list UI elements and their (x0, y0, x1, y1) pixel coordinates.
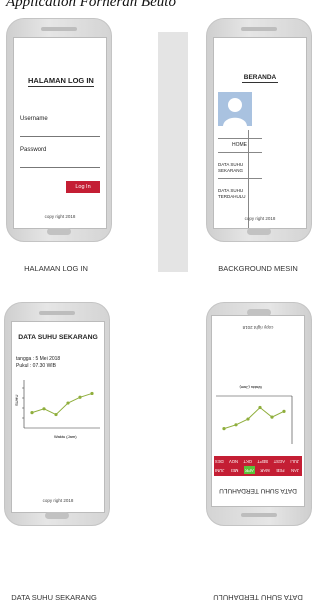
y-axis-label: SUHU (14, 395, 19, 406)
menu-item-home[interactable]: HOME (232, 142, 247, 148)
speaker-grille (241, 27, 277, 31)
username-field[interactable] (20, 124, 100, 137)
month-tab-mar[interactable]: MAR (259, 466, 270, 474)
x-axis-label: Waktu (Jam) (239, 385, 262, 390)
caption-sekarang: DATA SUHU SEKARANG (11, 593, 97, 602)
data-point (90, 391, 94, 396)
data-point (78, 395, 82, 399)
data-point (66, 401, 70, 405)
month-tab-agst[interactable]: AGST (273, 457, 286, 465)
phone-frame-beranda: BERANDA HOME DATA SUHU SEKARANG DATA SUH… (206, 18, 312, 242)
user-icon (223, 98, 247, 126)
month-tab-feb[interactable]: FEB (275, 466, 285, 474)
beranda-title: BERANDA (243, 74, 277, 81)
sekarang-footer: copy right 2018 (42, 498, 74, 503)
speaker-grille (41, 27, 77, 31)
title-underline (28, 86, 94, 87)
chart-sekarang: SUHU Waktu (Jam) (14, 380, 100, 439)
terdahulu-title: DATA SUHU TERDAHULU (219, 487, 297, 494)
data-point (222, 427, 226, 431)
month-tab-mei[interactable]: MEI (230, 466, 239, 474)
home-button (247, 228, 271, 235)
x-axis-label: Waktu (Jam) (54, 434, 77, 439)
data-point (270, 415, 274, 419)
month-selector: JAN FEB MAR APR MEI JUNI JULI AGST SEPT OKT NOV DE… (214, 456, 302, 476)
series-line (223, 406, 285, 430)
month-row: JULI AGST SEPT OKT NOV DES (214, 457, 300, 465)
menu-divider (218, 138, 262, 139)
terdahulu-footer: copy right 2018 (242, 325, 274, 330)
caption-beranda: BACKGROUND MESIN (218, 264, 298, 273)
data-point (282, 409, 286, 413)
password-label: Password (20, 147, 47, 153)
beranda-footer: copy right 2018 (244, 216, 276, 221)
menu-divider (218, 178, 262, 179)
sekarang-title: DATA SUHU SEKARANG (18, 334, 98, 341)
month-tab-sept[interactable]: SEPT (256, 457, 269, 465)
password-field[interactable] (20, 155, 100, 168)
data-point (234, 423, 238, 427)
series-line (31, 392, 93, 416)
caption-login: HALAMAN LOG IN (24, 264, 88, 273)
home-button (45, 512, 69, 519)
month-tab-nov[interactable]: NOV (228, 457, 239, 465)
data-point (30, 411, 34, 415)
phone-frame-terdahulu: DATA SUHU TERDAHULU JAN FEB MAR APR MEI JUNI … (206, 302, 312, 526)
menu-item-data-suhu-sekarang[interactable]: DATA SUHU SEKARANG (218, 162, 248, 174)
login-button[interactable]: Log In (66, 181, 100, 193)
data-point (42, 407, 46, 411)
terdahulu-screen: DATA SUHU TERDAHULU JAN FEB MAR APR MEI JUNI … (211, 315, 305, 507)
title-underline (242, 82, 278, 83)
data-point (246, 417, 250, 421)
data-point (54, 412, 58, 417)
login-screen: HALAMAN LOG IN Username Password Log In … (13, 37, 107, 229)
month-tab-juli[interactable]: JULI (289, 457, 300, 465)
chart-terdahulu: Waktu (Jam) (216, 385, 293, 444)
month-tab-jan[interactable]: JAN (290, 466, 300, 474)
avatar (218, 92, 252, 126)
month-tab-okt[interactable]: OKT (242, 457, 253, 465)
username-label: Username (20, 116, 48, 122)
home-button (247, 309, 271, 316)
menu-item-data-suhu-terdahulu[interactable]: DATA SUHU TERDAHULU (218, 188, 248, 200)
speaker-grille (39, 311, 75, 315)
data-point (258, 405, 262, 410)
menu-divider (218, 152, 262, 153)
home-button (47, 228, 71, 235)
month-tab-apr[interactable]: APR (244, 466, 255, 474)
time-line: Pukul : 07.30 WIB (16, 363, 57, 369)
speaker-grille (241, 513, 277, 517)
date-line: tangga : 5 Mei 2018 (16, 356, 61, 362)
month-tab-juni[interactable]: JUNI (214, 466, 225, 474)
login-footer: copy right 2018 (44, 214, 76, 219)
caption-terdahulu: DATA SUHU TERDAHULU (213, 593, 303, 602)
month-row: JAN FEB MAR APR MEI JUNI (214, 466, 300, 474)
divider-panel (158, 32, 188, 272)
phone-frame-sekarang: DATA SUHU SEKARANG tangga : 5 Mei 2018 P… (4, 302, 110, 526)
sekarang-screen: DATA SUHU SEKARANG tangga : 5 Mei 2018 P… (11, 321, 105, 513)
beranda-screen: BERANDA HOME DATA SUHU SEKARANG DATA SUH… (213, 37, 307, 229)
month-tab-des[interactable]: DES (214, 457, 225, 465)
login-title: HALAMAN LOG IN (28, 76, 94, 85)
phone-frame-login: HALAMAN LOG IN Username Password Log In … (6, 18, 112, 242)
